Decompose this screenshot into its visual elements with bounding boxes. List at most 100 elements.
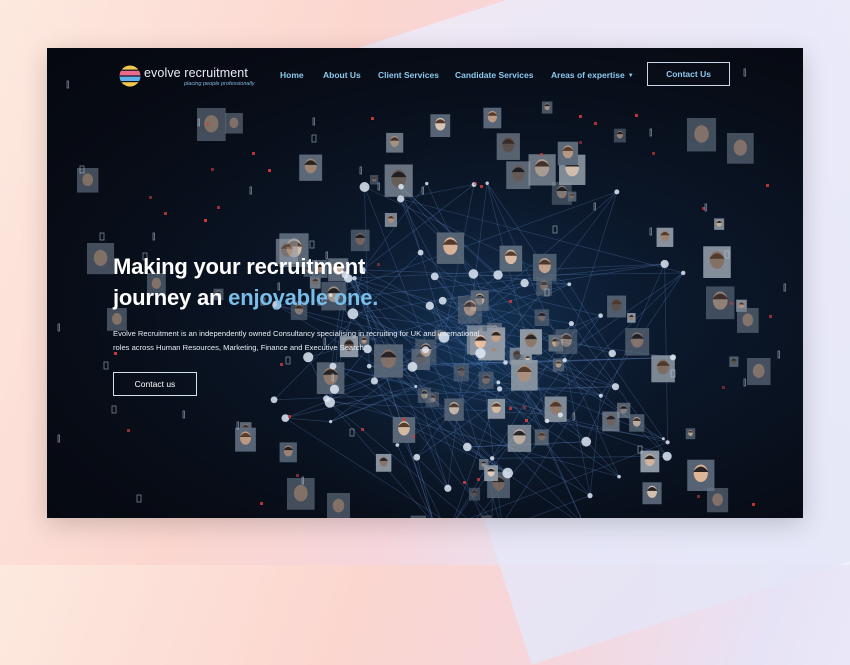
hero-title-line2: journey an enjoyable one.	[113, 282, 433, 313]
binary-glyph	[313, 118, 315, 125]
nav-candidate-services[interactable]: Candidate Services	[455, 70, 533, 80]
network-node	[503, 360, 508, 365]
profile-photo-tile	[418, 388, 431, 403]
binary-glyph	[100, 233, 104, 240]
network-node	[425, 182, 428, 185]
profile-photo-tile	[454, 364, 469, 382]
chevron-down-icon: ▼	[628, 73, 634, 79]
red-spark	[149, 196, 152, 199]
profile-photo-tile	[385, 164, 413, 196]
red-spark	[480, 185, 483, 188]
profile-photo-tile	[729, 357, 738, 367]
red-spark	[402, 418, 405, 421]
network-node	[609, 350, 616, 357]
network-node	[325, 397, 335, 407]
hero-title: Making your recruitment journey an enjoy…	[113, 251, 433, 313]
profile-photo-tile	[535, 429, 549, 445]
red-spark	[540, 153, 543, 156]
profile-photo-tile	[444, 398, 463, 420]
profile-photo-tile	[627, 313, 635, 323]
network-node	[329, 420, 332, 423]
nav-areas-label: Areas of expertise	[551, 70, 625, 80]
profile-photo-tile	[614, 129, 626, 143]
logo[interactable]: evolve recruitment placing people profes…	[119, 63, 259, 91]
profile-photo-tile	[617, 403, 630, 418]
network-node	[413, 454, 420, 461]
network-node	[490, 456, 494, 460]
profile-photo-tile	[553, 358, 564, 371]
profile-photo-tile	[511, 360, 538, 391]
profile-photo-tile	[287, 478, 315, 510]
red-spark	[697, 495, 700, 498]
red-spark	[523, 406, 526, 409]
profile-photo-tile	[87, 243, 114, 274]
nav-home[interactable]: Home	[280, 70, 304, 80]
red-spark	[766, 184, 769, 187]
contact-us-nav-button[interactable]: Contact Us	[647, 62, 730, 86]
profile-photo-tile	[327, 493, 350, 518]
profile-photo-tile	[497, 133, 520, 160]
profile-photo-tile	[545, 397, 567, 422]
binary-glyph	[58, 435, 60, 442]
red-spark	[509, 300, 512, 303]
red-spark	[730, 302, 733, 305]
network-node	[271, 396, 278, 403]
hero-description: Evolve Recruitment is an independently o…	[113, 327, 493, 355]
network-node	[408, 362, 418, 372]
profile-photo-tile	[607, 296, 626, 318]
profile-photo-tile	[376, 454, 391, 472]
profile-photo-tile	[370, 175, 378, 185]
red-spark	[371, 117, 374, 120]
hero-title-prefix: journey an	[113, 285, 228, 310]
network-node	[558, 412, 563, 417]
profile-photo-tile	[536, 278, 552, 296]
red-spark	[211, 168, 214, 171]
nav-areas-of-expertise[interactable]: Areas of expertise▼	[551, 70, 634, 80]
profile-photo-tile	[225, 113, 243, 134]
network-node	[599, 394, 603, 398]
profile-photo-tile	[747, 358, 771, 385]
network-node	[485, 182, 488, 185]
network-node	[439, 297, 447, 305]
network-node	[496, 381, 500, 385]
red-spark	[252, 152, 255, 155]
network-node	[520, 279, 528, 287]
network-node	[614, 189, 619, 194]
nav-about-us[interactable]: About Us	[323, 70, 361, 80]
red-spark	[412, 435, 415, 438]
red-spark	[702, 207, 705, 210]
profile-photo-tile	[714, 218, 724, 230]
profile-photo-tile	[483, 108, 501, 129]
brand-name: evolve recruitment	[144, 66, 248, 80]
contact-us-hero-button[interactable]: Contact us	[113, 372, 197, 396]
network-node	[545, 419, 549, 423]
network-node	[493, 270, 502, 279]
profile-photo-tile	[520, 329, 542, 354]
hero-title-accent: enjoyable one.	[228, 285, 378, 310]
profile-photo-tile	[500, 246, 523, 272]
network-node	[662, 437, 665, 440]
red-spark	[579, 115, 582, 118]
red-spark	[594, 122, 597, 125]
network-node	[367, 364, 372, 369]
network-node	[567, 282, 571, 286]
network-node	[617, 475, 621, 479]
profile-photo-tile	[629, 414, 644, 431]
network-node	[670, 354, 676, 360]
network-node	[587, 493, 592, 498]
network-node	[360, 182, 370, 192]
binary-glyph	[650, 129, 652, 136]
nav-client-services[interactable]: Client Services	[378, 70, 439, 80]
binary-glyph	[778, 351, 780, 358]
network-node	[598, 313, 603, 318]
network-node	[330, 385, 339, 394]
network-node	[444, 485, 451, 492]
red-spark	[127, 429, 130, 432]
profile-photo-tile	[508, 425, 531, 452]
network-node	[581, 437, 591, 447]
network-node	[661, 260, 669, 268]
profile-photo-tile	[737, 308, 759, 333]
red-spark	[474, 182, 477, 185]
hero-title-line1: Making your recruitment	[113, 251, 433, 282]
profile-photo-tile	[687, 118, 716, 151]
